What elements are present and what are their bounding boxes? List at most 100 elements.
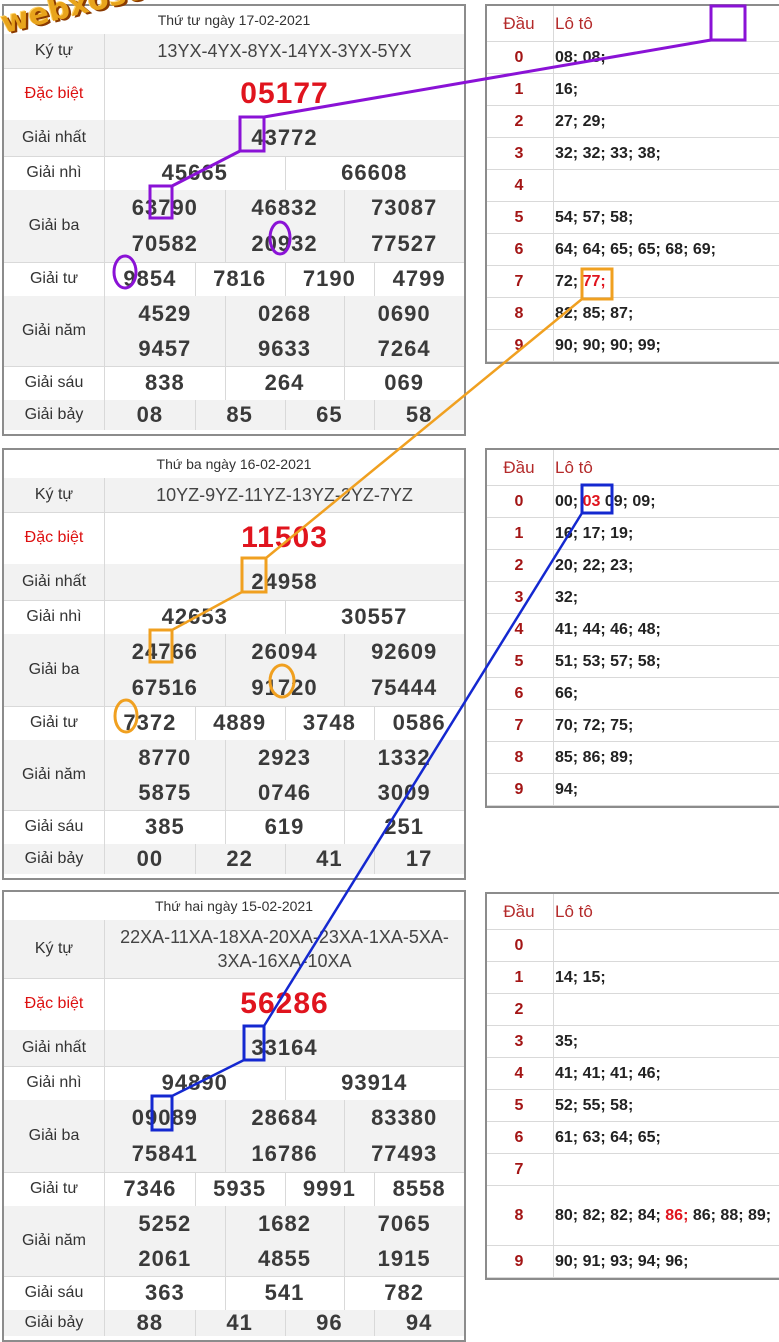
fifth-prize-number: 7264	[344, 331, 464, 366]
loto-value-wrap: 80; 82; 82; 84; 86; 86; 88; 89;	[555, 1205, 771, 1227]
col-divider	[284, 400, 286, 430]
prize-label-g5: Giải năm	[4, 740, 104, 810]
loto-values: 35;	[555, 1032, 579, 1050]
prize-label-g1: Giải nhất	[4, 564, 104, 600]
loto-header: Lô tô	[555, 901, 593, 921]
col-divider	[344, 190, 346, 262]
col-divider	[374, 706, 376, 740]
sixth-prize-number: 385	[144, 814, 185, 839]
fifth-prize-number: 2923	[224, 740, 345, 775]
loto-row: 5 52; 55; 58;	[487, 1090, 779, 1122]
loto-value-text: 09; 09;	[600, 492, 656, 510]
results-table: Thứ hai ngày 15-02-2021 Ký tự 22XA-11XA-18…	[2, 890, 466, 1342]
fourth-prize-number: 9991	[302, 1176, 356, 1201]
loto-values: 94;	[555, 780, 579, 798]
col-divider	[284, 600, 286, 634]
loto-row: 6 61; 63; 64; 65;	[487, 1122, 779, 1154]
loto-row: 8 82; 85; 87;	[487, 298, 779, 330]
prize-label-g2: Giải nhì	[26, 608, 82, 625]
loto-highlight-value: 03	[582, 492, 601, 510]
loto-row: 3 35;	[487, 1026, 779, 1058]
loto-values: 08; 08;	[555, 48, 606, 66]
special-prize-number: 56286	[240, 987, 329, 1020]
loto-values: 32; 32; 33; 38;	[555, 144, 661, 162]
loto-header: Lô tô	[555, 13, 593, 33]
seventh-prize-number: 00	[105, 844, 195, 874]
results-table: Thứ ba ngày 16-02-2021 Ký tự 10YZ-9YZ-11YZ…	[2, 448, 466, 880]
loto-values: 27; 29;	[555, 112, 606, 130]
loto-values: 90; 90; 90; 99;	[555, 336, 661, 354]
loto-value-text: 86; 88; 89;	[688, 1206, 772, 1224]
prize-label-g7: Giải bảy	[4, 1310, 104, 1336]
prize-label-g6: Giải sáu	[24, 374, 84, 391]
prize-label-ky: Ký tự	[4, 920, 104, 978]
col-divider	[284, 1066, 286, 1100]
col-divider	[194, 400, 196, 430]
fifth-prize-number: 5875	[105, 775, 225, 810]
prize-label-g3: Giải ba	[4, 190, 104, 262]
loto-values	[555, 1154, 775, 1185]
fifth-prize-number: 9457	[105, 331, 225, 366]
fifth-prize-number: 1915	[344, 1241, 464, 1276]
loto-values: 85; 86; 89;	[555, 748, 634, 766]
fourth-prize-number: 7372	[123, 710, 177, 735]
col-divider	[284, 1310, 286, 1336]
seventh-prize-number: 58	[374, 400, 464, 430]
dau-header: Đầu	[503, 13, 535, 33]
third-prize-number: 20932	[224, 226, 345, 262]
third-prize-number: 83380	[344, 1100, 464, 1136]
second-prize-number: 94890	[161, 1070, 228, 1095]
fifth-prize-number: 0268	[224, 296, 345, 331]
loto-values: 16;	[555, 80, 579, 98]
loto-row: 8 85; 86; 89;	[487, 742, 779, 774]
dau-digit: 3	[514, 588, 524, 606]
col-divider	[224, 296, 226, 366]
col-divider	[344, 1100, 346, 1172]
first-prize-number: 33164	[105, 1030, 464, 1066]
loto-table: Đầu Lô tô 0 00; 03 09; 09; 1 16; 17; 19; 2 20; …	[485, 448, 779, 808]
loto-values: 70; 72; 75;	[555, 716, 634, 734]
col-divider	[284, 1172, 286, 1206]
prize-label-ky: Ký tự	[4, 478, 104, 512]
dau-digit: 0	[514, 492, 524, 510]
seventh-prize-number: 96	[284, 1310, 375, 1336]
loto-value-text: 00;	[555, 492, 583, 510]
second-prize-number: 93914	[341, 1070, 408, 1095]
prize-label-db: Đặc biệt	[24, 995, 84, 1012]
loto-values: 00; 03 09; 09;	[555, 486, 775, 517]
loto-row: 3 32;	[487, 582, 779, 614]
fifth-prize-number: 0690	[344, 296, 464, 331]
dau-digit: 1	[514, 968, 524, 986]
col-divider	[224, 634, 226, 706]
loto-row: 0	[487, 930, 779, 962]
fifth-prize-number: 9633	[224, 331, 345, 366]
prize-label-ky: Ký tự	[4, 34, 104, 68]
prize-label-g1: Giải nhất	[4, 1030, 104, 1066]
dau-digit: 5	[514, 1096, 524, 1114]
loto-values: 32;	[555, 588, 579, 606]
sixth-prize-number: 541	[264, 1280, 305, 1305]
loto-header-row: Đầu Lô tô	[487, 6, 779, 42]
sixth-prize-number: 619	[264, 814, 305, 839]
third-prize-number: 16786	[224, 1136, 345, 1172]
special-prize-number: 05177	[240, 77, 329, 110]
prize-label-g3: Giải ba	[4, 1100, 104, 1172]
dau-digit: 0	[514, 48, 524, 66]
col-divider	[344, 366, 346, 400]
results-table: Thứ tư ngày 17-02-2021 Ký tự 13YX-4YX-8YX-…	[2, 4, 466, 436]
col-divider	[344, 1276, 346, 1310]
sixth-prize-number: 069	[384, 370, 425, 395]
dau-digit: 6	[514, 1128, 524, 1146]
col-divider	[224, 810, 226, 844]
prize-label-g7: Giải bảy	[4, 844, 104, 874]
loto-values: 41; 41; 41; 46;	[555, 1064, 661, 1082]
loto-value-wrap: 72; 77;	[555, 271, 606, 293]
third-prize-number: 70582	[105, 226, 225, 262]
loto-values: 64; 64; 65; 65; 68; 69;	[555, 240, 716, 258]
third-prize-number: 75444	[344, 670, 464, 706]
loto-row: 2 20; 22; 23;	[487, 550, 779, 582]
dau-digit: 8	[514, 748, 524, 766]
loto-header-row: Đầu Lô tô	[487, 450, 779, 486]
fourth-prize-number: 7346	[123, 1176, 177, 1201]
dau-digit: 0	[514, 936, 524, 954]
